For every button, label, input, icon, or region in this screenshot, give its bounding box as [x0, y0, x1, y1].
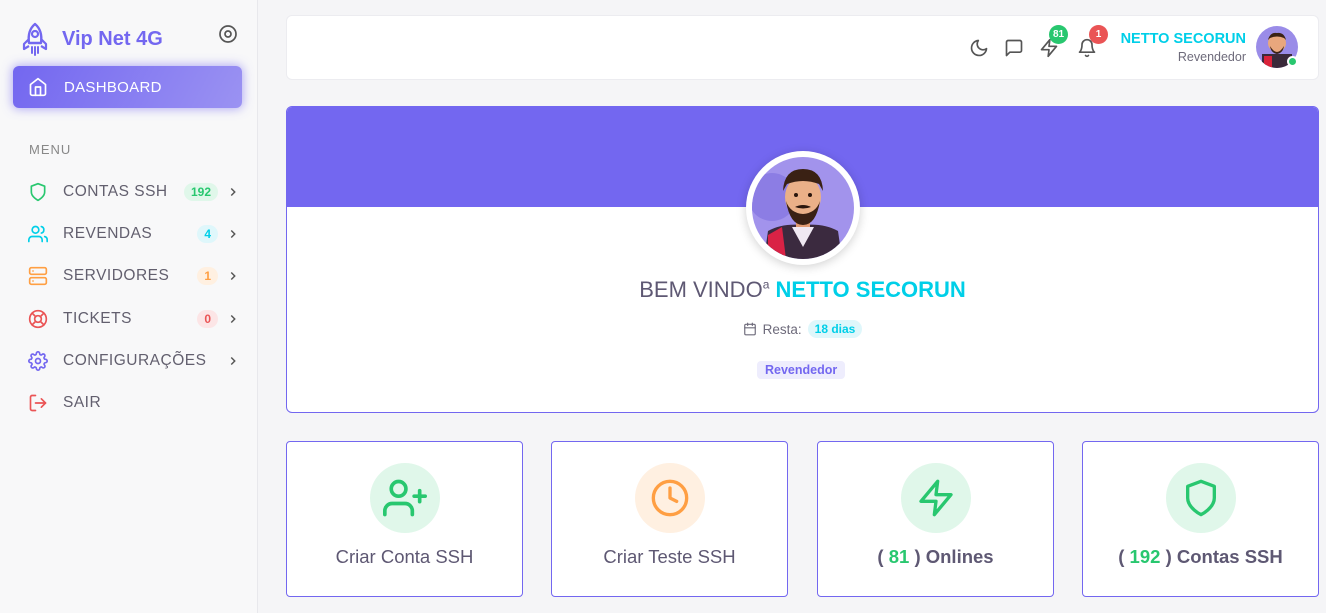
welcome-heading: BEM VINDOa NETTO SECORUN	[287, 277, 1318, 303]
settings-icon	[28, 351, 48, 371]
sidebar-item-tickets[interactable]: TICKETS 0	[28, 304, 240, 334]
count-badge: 192	[183, 183, 218, 201]
profile-avatar-image	[752, 157, 854, 259]
sidebar-item-configuracoes[interactable]: CONFIGURAÇÕES	[28, 346, 240, 376]
sidebar-item-revendas[interactable]: REVENDAS 4	[28, 219, 240, 249]
online-status-dot	[1287, 56, 1298, 67]
onlines-card[interactable]: ( 81 ) Onlines	[817, 441, 1054, 597]
clock-icon	[651, 479, 689, 517]
card-title: ( 192 ) Contas SSH	[1083, 546, 1318, 568]
sidebar-item-label: REVENDAS	[63, 225, 153, 242]
count-badge: 1	[197, 267, 218, 285]
profile-card: BEM VINDOa NETTO SECORUN Resta: 18 dias …	[286, 106, 1319, 413]
create-ssh-test-card[interactable]: Criar Teste SSH	[551, 441, 788, 597]
ssh-accounts-card[interactable]: ( 192 ) Contas SSH	[1082, 441, 1319, 597]
users-icon	[28, 225, 48, 243]
welcome-user-name: NETTO SECORUN	[775, 277, 966, 302]
log-out-icon	[29, 394, 47, 412]
count-suffix: ) Contas SSH	[1165, 546, 1283, 567]
count-suffix: ) Onlines	[914, 546, 994, 567]
remaining-days-badge: 18 dias	[807, 320, 863, 338]
sidebar-item-contas-ssh[interactable]: CONTAS SSH 192	[28, 177, 240, 207]
chevron-right-icon	[230, 229, 236, 239]
top-navbar: 81 1 NETTO SECORUN Revendedor	[286, 15, 1319, 80]
sidebar-item-sair[interactable]: SAIR	[28, 388, 240, 418]
sidebar-item-label: SAIR	[63, 394, 102, 411]
chevron-right-icon	[230, 314, 236, 324]
rocket-logo-icon	[22, 22, 48, 56]
user-plus-icon	[383, 479, 427, 517]
brand-name: Vip Net 4G	[62, 27, 163, 50]
icon-circle	[1166, 463, 1236, 533]
card-title: Criar Teste SSH	[603, 546, 736, 567]
sidebar-item-label: TICKETS	[63, 310, 132, 327]
icon-circle	[635, 463, 705, 533]
onlines-badge: 81	[1049, 25, 1068, 44]
onlines-count: 81	[888, 546, 910, 567]
sidebar-item-servidores[interactable]: SERVIDORES 1	[28, 261, 240, 291]
chevron-right-icon	[230, 187, 236, 197]
chevron-right-icon	[230, 271, 236, 281]
brand[interactable]: Vip Net 4G	[20, 22, 163, 56]
notifications-badge: 1	[1089, 25, 1108, 44]
user-name[interactable]: NETTO SECORUN	[1121, 31, 1246, 47]
role-badge: Revendedor	[757, 361, 846, 379]
welcome-superscript: a	[762, 277, 770, 292]
sidebar-item-label: CONTAS SSH	[63, 183, 168, 200]
sidebar-item-label: SERVIDORES	[63, 267, 170, 284]
sidebar-item-dashboard[interactable]: DASHBOARD	[13, 66, 242, 108]
sidebar-toggle-icon[interactable]	[218, 24, 238, 44]
menu-header: MENU	[29, 142, 72, 157]
home-icon	[29, 77, 47, 97]
icon-circle	[901, 463, 971, 533]
moon-icon[interactable]	[969, 38, 989, 58]
user-role: Revendedor	[1177, 50, 1246, 64]
chevron-right-icon	[230, 356, 236, 366]
shield-icon	[30, 182, 46, 202]
remaining-label: Resta:	[762, 321, 802, 337]
count-prefix: (	[1118, 546, 1125, 567]
profile-avatar	[746, 151, 860, 265]
calendar-icon	[743, 322, 756, 336]
count-prefix: (	[877, 546, 884, 567]
count-badge: 0	[197, 310, 218, 328]
sidebar-item-label: CONFIGURAÇÕES	[63, 352, 207, 369]
zap-icon	[919, 479, 953, 517]
sidebar: Vip Net 4G DASHBOARD MENU CONTAS SSH 192…	[0, 0, 258, 613]
sidebar-item-label: DASHBOARD	[64, 78, 162, 96]
remaining-days: Resta: 18 dias	[287, 320, 1318, 338]
welcome-text: BEM VINDO	[639, 277, 763, 302]
life-buoy-icon	[28, 309, 48, 329]
icon-circle	[370, 463, 440, 533]
shield-icon	[1186, 479, 1216, 517]
create-ssh-account-card[interactable]: Criar Conta SSH	[286, 441, 523, 597]
card-title: ( 81 ) Onlines	[818, 546, 1053, 568]
message-square-icon[interactable]	[1004, 38, 1024, 58]
server-icon	[28, 266, 48, 286]
ssh-accounts-count: 192	[1129, 546, 1161, 567]
card-title: Criar Conta SSH	[335, 546, 474, 567]
count-badge: 4	[197, 225, 218, 243]
